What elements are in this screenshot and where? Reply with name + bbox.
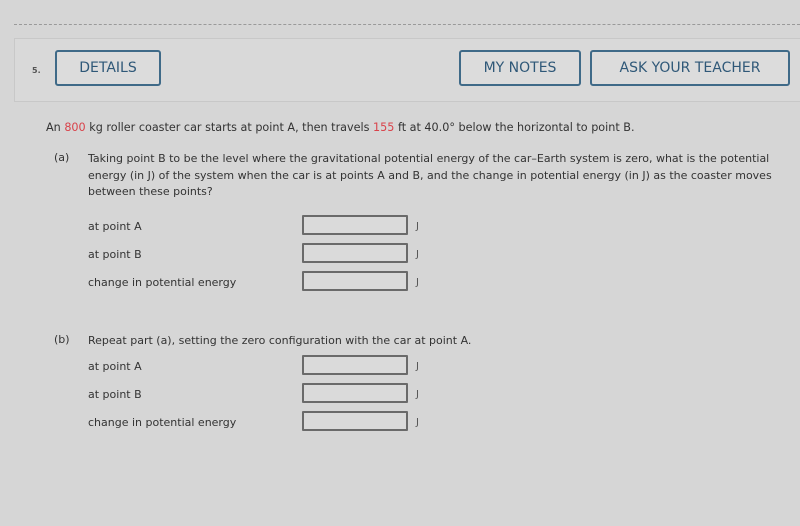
my-notes-button[interactable]: MY NOTES [459,50,581,86]
answer-label: change in potential energy [88,416,237,429]
unit-label: J [416,361,419,372]
details-button[interactable]: DETAILS [55,50,161,86]
unit-label: J [416,249,419,260]
answer-label: at point B [88,388,142,401]
answer-input-a-change[interactable] [302,271,408,291]
part-b-letter: (b) [54,333,70,346]
unit-label: J [416,221,419,232]
part-b-question: Repeat part (a), setting the zero config… [88,334,472,347]
part-a-letter: (a) [54,151,70,164]
answer-input-b-point-b[interactable] [302,383,408,403]
intro-text-1: An [46,121,65,134]
question-number: 5. [32,66,41,75]
answer-label: at point B [88,248,142,261]
answer-label: at point A [88,220,142,233]
unit-label: J [416,277,419,288]
intro-text-3: ft at 40.0° below the horizontal to poin… [394,121,635,134]
part-a-question: Taking point B to be the level where the… [88,152,772,198]
section-divider [14,24,800,25]
intro-text-2: kg roller coaster car starts at point A,… [85,121,374,134]
answer-label: at point A [88,360,142,373]
answer-input-a-point-a[interactable] [302,215,408,235]
answer-input-b-point-a[interactable] [302,355,408,375]
answer-input-b-change[interactable] [302,411,408,431]
answer-label: change in potential energy [88,276,237,289]
unit-label: J [416,417,419,428]
distance-value: 155 [373,121,395,134]
problem-statement: An 800 kg roller coaster car starts at p… [46,121,635,134]
answer-input-a-point-b[interactable] [302,243,408,263]
unit-label: J [416,389,419,400]
ask-your-teacher-button[interactable]: ASK YOUR TEACHER [590,50,790,86]
mass-value: 800 [64,121,86,134]
